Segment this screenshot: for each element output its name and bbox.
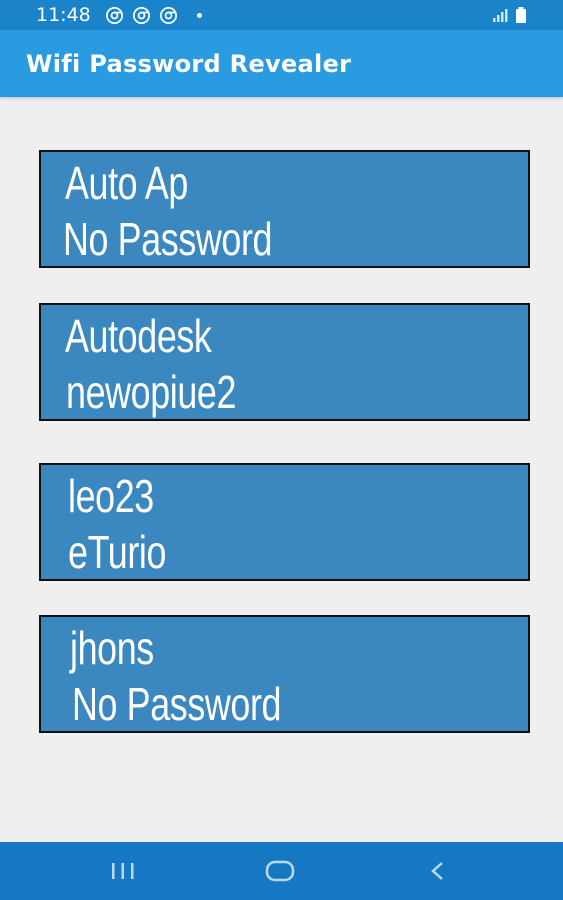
signal-icon bbox=[493, 9, 508, 22]
home-button[interactable] bbox=[260, 856, 300, 886]
dot-icon bbox=[197, 13, 202, 18]
status-bar: 11:48 bbox=[0, 0, 563, 30]
status-time: 11:48 bbox=[36, 4, 91, 26]
back-icon bbox=[431, 862, 443, 880]
wifi-network-name: leo23 bbox=[68, 470, 154, 522]
chrome-icon bbox=[106, 7, 123, 24]
wifi-password: eTurio bbox=[68, 526, 167, 578]
home-icon bbox=[265, 860, 295, 882]
wifi-card[interactable]: leo23 eTurio bbox=[39, 463, 530, 581]
wifi-password: No Password bbox=[72, 678, 282, 730]
wifi-card[interactable]: Autodesk newopiue2 bbox=[39, 303, 530, 421]
wifi-card[interactable]: Auto Ap No Password bbox=[39, 150, 530, 268]
wifi-network-name: jhons bbox=[70, 622, 154, 674]
chrome-icon bbox=[133, 7, 150, 24]
wifi-network-name: Auto Ap bbox=[65, 157, 188, 209]
wifi-network-name: Autodesk bbox=[65, 310, 212, 362]
notification-icons bbox=[106, 7, 202, 24]
wifi-password: newopiue2 bbox=[66, 366, 237, 418]
app-title: Wifi Password Revealer bbox=[26, 50, 352, 78]
app-bar: Wifi Password Revealer bbox=[0, 30, 563, 97]
back-button[interactable] bbox=[417, 856, 457, 886]
system-icons bbox=[493, 7, 527, 23]
battery-icon bbox=[516, 7, 526, 23]
recent-apps-button[interactable] bbox=[103, 856, 143, 886]
recent-apps-icon bbox=[112, 863, 134, 879]
navigation-bar bbox=[0, 842, 563, 900]
wifi-card[interactable]: jhons No Password bbox=[39, 615, 530, 733]
wifi-password: No Password bbox=[63, 213, 273, 265]
chrome-icon bbox=[160, 7, 177, 24]
